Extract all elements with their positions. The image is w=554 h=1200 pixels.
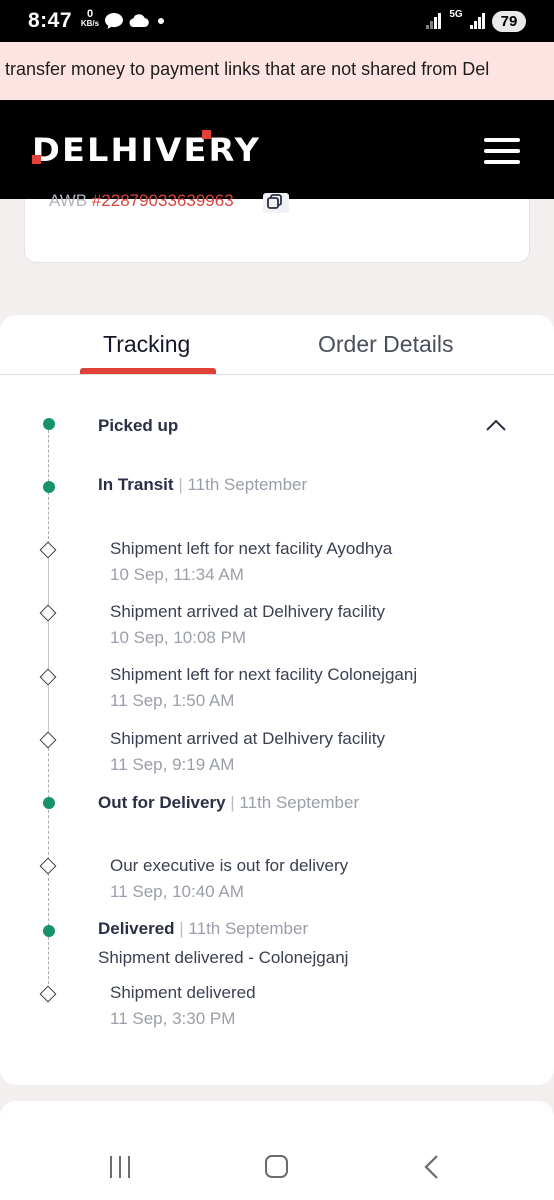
chat-bubble-icon bbox=[105, 13, 123, 29]
event-time: 10 Sep, 11:34 AM bbox=[110, 565, 244, 584]
data-rate-indicator: 0 KB/s bbox=[80, 8, 100, 29]
event-text: Shipment left for next facility Ayodhya bbox=[110, 539, 393, 558]
event-date: 11th September bbox=[188, 919, 309, 938]
status-dot-out-for-delivery bbox=[43, 797, 55, 809]
system-navigation-bar bbox=[0, 1130, 554, 1200]
timeline-connector bbox=[48, 430, 49, 482]
event-time: 11 Sep, 1:50 AM bbox=[110, 691, 235, 710]
active-tab-indicator bbox=[80, 368, 216, 374]
home-icon[interactable] bbox=[265, 1155, 288, 1178]
data-rate-value: 0 bbox=[86, 8, 94, 20]
event-title-delivered: Delivered | 11th September bbox=[98, 919, 308, 939]
event-text: Shipment arrived at Delhivery facility bbox=[110, 602, 385, 621]
notice-text: transfer money to payment links that are… bbox=[5, 59, 490, 79]
logo-red-mark-icon bbox=[32, 155, 41, 164]
event-text: Shipment delivered bbox=[110, 983, 256, 1002]
data-rate-unit: KB/s bbox=[80, 19, 100, 28]
status-dot-picked-up bbox=[43, 418, 55, 430]
cloud-icon bbox=[129, 14, 149, 28]
tab-bar: Tracking Order Details bbox=[0, 315, 554, 375]
event-text: Our executive is out for delivery bbox=[110, 856, 349, 875]
timeline-connector bbox=[48, 558, 49, 606]
awb-number: #22879033639963 bbox=[91, 191, 234, 210]
logo-red-mark-icon bbox=[202, 130, 211, 139]
signal-strength-icon bbox=[426, 12, 442, 29]
event-time: 11 Sep, 10:40 AM bbox=[110, 882, 244, 901]
event-text: Shipment arrived at Delhivery facility bbox=[110, 729, 385, 748]
timeline-connector bbox=[48, 810, 49, 860]
notice-banner: transfer money to payment links that are… bbox=[0, 42, 554, 100]
delhivery-logo[interactable]: DELHIVERY bbox=[32, 130, 259, 170]
event-date: 11th September bbox=[187, 475, 308, 494]
event-title-out-for-delivery: Out for Delivery | 11th September bbox=[98, 793, 359, 813]
timeline-connector bbox=[48, 492, 49, 544]
timeline-connector bbox=[48, 685, 49, 734]
status-bar: 8:47 0 KB/s 5G 79 bbox=[0, 0, 554, 42]
recent-apps-icon[interactable] bbox=[110, 1156, 132, 1178]
event-date: 11th September bbox=[239, 793, 360, 812]
status-time: 8:47 bbox=[28, 9, 73, 32]
tab-order-details[interactable]: Order Details bbox=[318, 331, 453, 358]
status-dot-in-transit bbox=[43, 481, 55, 493]
status-dot-delivered bbox=[43, 925, 55, 937]
event-time: 11 Sep, 3:30 PM bbox=[110, 1009, 236, 1028]
timeline-connector bbox=[48, 937, 49, 989]
event-title-in-transit: In Transit | 11th September bbox=[98, 475, 307, 495]
event-time: 10 Sep, 10:08 PM bbox=[110, 628, 247, 647]
tracking-card: Tracking Order Details bbox=[0, 315, 554, 1085]
timeline-connector bbox=[48, 873, 49, 926]
notification-dot-icon bbox=[158, 18, 164, 24]
event-title-text: In Transit bbox=[98, 475, 174, 494]
awb-label: AWB bbox=[49, 191, 88, 210]
shipment-card: AWB #22879033639963 bbox=[24, 191, 530, 263]
battery-indicator: 79 bbox=[492, 11, 526, 32]
signal-strength-icon bbox=[470, 12, 486, 29]
event-description: Shipment delivered - Colonejganj bbox=[98, 948, 349, 967]
awb-row: AWB #22879033639963 bbox=[49, 191, 234, 211]
event-time: 11 Sep, 9:19 AM bbox=[110, 755, 235, 774]
back-icon[interactable] bbox=[422, 1154, 442, 1180]
event-title-picked-up: Picked up bbox=[98, 416, 178, 436]
event-title-text: Picked up bbox=[98, 416, 179, 435]
event-title-text: Out for Delivery bbox=[98, 793, 226, 812]
timeline-connector bbox=[48, 621, 49, 670]
app-header: DELHIVERY bbox=[0, 100, 554, 199]
copy-icon[interactable] bbox=[263, 193, 289, 213]
timeline-connector bbox=[48, 748, 49, 798]
event-text: Shipment left for next facility Colonejg… bbox=[110, 665, 418, 684]
event-title-text: Delivered bbox=[98, 919, 175, 938]
hamburger-menu-icon[interactable] bbox=[482, 136, 522, 166]
chevron-up-icon[interactable] bbox=[485, 418, 507, 432]
tab-tracking[interactable]: Tracking bbox=[103, 331, 190, 358]
network-type: 5G bbox=[449, 9, 463, 20]
logo-text: DELHIVERY bbox=[32, 131, 262, 169]
